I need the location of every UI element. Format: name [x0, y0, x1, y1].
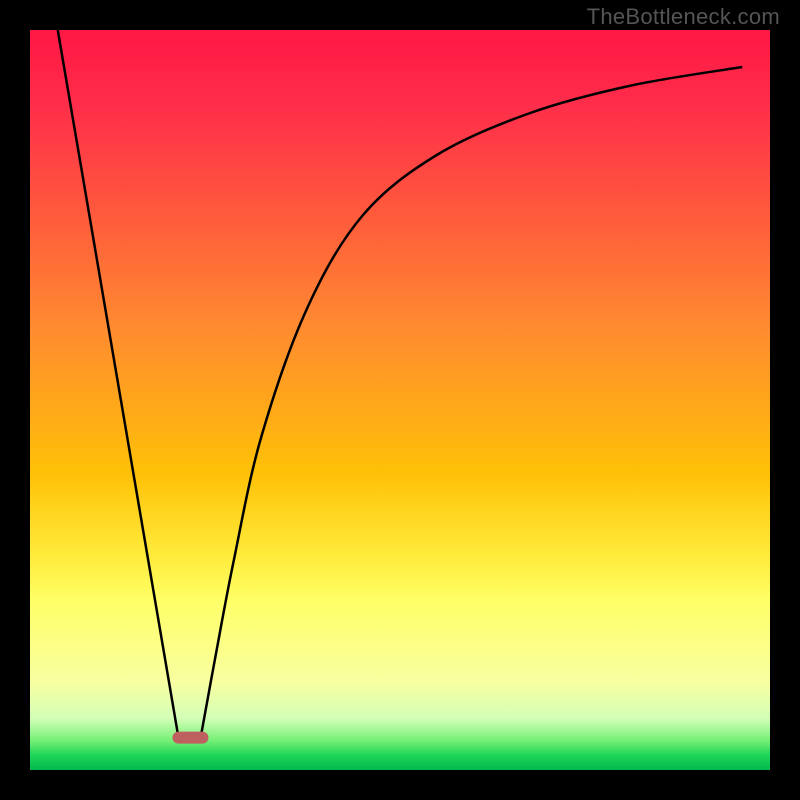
chart-border-right	[770, 0, 800, 800]
chart-border-bottom	[0, 770, 800, 800]
chart-container: TheBottleneck.com	[0, 0, 800, 800]
watermark-label: TheBottleneck.com	[587, 4, 780, 30]
chart-plot-area	[30, 30, 770, 770]
chart-border-left	[0, 0, 30, 800]
